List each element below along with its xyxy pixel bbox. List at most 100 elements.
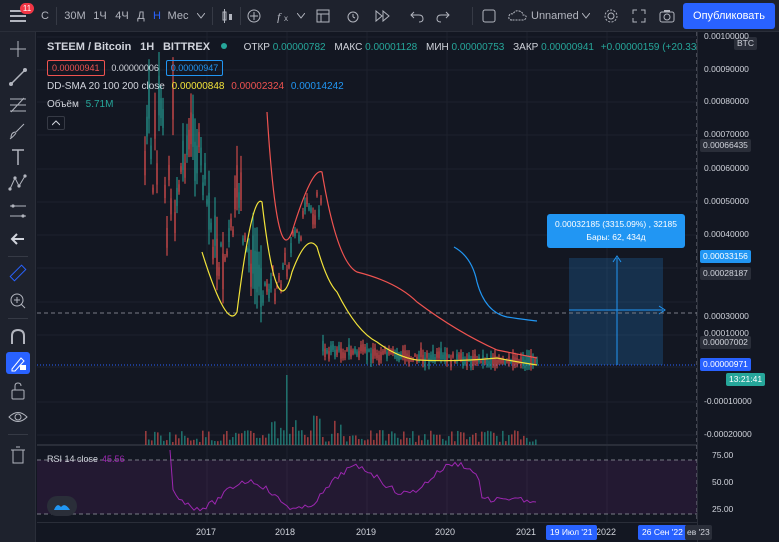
remove-drawings-tool[interactable] — [6, 444, 30, 466]
candle-body — [372, 349, 374, 360]
sma-row[interactable]: DD-SMA 20 100 200 close 0.00000848 0.000… — [47, 78, 709, 96]
candle-body — [296, 229, 298, 233]
volume-bar — [175, 434, 177, 445]
rsi-band — [37, 460, 697, 514]
time-tick: 2020 — [435, 527, 456, 537]
candle-body — [342, 352, 344, 359]
symbol-search-truncated[interactable]: С — [38, 0, 52, 32]
symbol-name[interactable]: STEEM / Bitcoin — [47, 41, 131, 53]
lock-drawings-tool[interactable] — [6, 352, 30, 374]
publish-button[interactable]: Опубликовать — [683, 3, 775, 29]
open-value: 0.00000782 — [272, 42, 326, 53]
change-value: +0.00000159 (+20.33%) — [600, 42, 709, 53]
lock-tool[interactable] — [6, 380, 30, 402]
buy-price-button[interactable]: 0.00000947 — [165, 60, 224, 76]
timeframe-week[interactable]: Н — [150, 0, 164, 32]
price-scale[interactable]: BTC 0.00100000 0.00090000 0.00080000 0.0… — [697, 31, 779, 542]
cloud-save-button[interactable] — [506, 0, 530, 32]
candle-body — [178, 184, 180, 192]
volume-bar — [499, 441, 501, 445]
layout-dropdown[interactable] — [580, 0, 592, 32]
chevron-up-icon — [52, 120, 60, 126]
timeframe-dropdown[interactable] — [194, 0, 208, 32]
rsi-tick: 50.00 — [712, 477, 734, 487]
zoom-tool[interactable] — [6, 290, 30, 312]
undo-button[interactable] — [406, 0, 428, 32]
price-tag-07002: 0.00007002 — [700, 336, 751, 349]
back-tool[interactable] — [6, 228, 30, 250]
legend-collapse-button[interactable] — [47, 116, 65, 130]
time-scale[interactable]: 2017 2018 2019 2020 2021 2022 19 Июл '21… — [37, 522, 712, 542]
measure-tool[interactable] — [6, 262, 30, 284]
expand-icon — [632, 9, 646, 23]
volume-row[interactable]: Объём 5.71M — [47, 96, 709, 114]
indicators-dropdown[interactable] — [296, 0, 306, 32]
volume-bar — [151, 440, 153, 445]
layout-name[interactable]: Unnamed — [531, 0, 579, 32]
rsi-title[interactable]: RSI 14 close — [47, 454, 98, 464]
volume-bar — [211, 440, 213, 445]
candle-body — [184, 162, 186, 178]
volume-bar — [340, 424, 342, 445]
candle-body — [522, 356, 524, 366]
volume-label[interactable]: Объём — [47, 99, 79, 110]
timeframe-month[interactable]: Мес — [166, 0, 190, 32]
candle-body — [446, 353, 448, 363]
brush-tool[interactable] — [6, 120, 30, 142]
indicators-button[interactable]: fx — [272, 0, 296, 32]
top-toolbar: 11 С 30М 1Ч 4Ч Д Н Мес fx Unnamed Опубли… — [0, 0, 779, 32]
volume-bar — [265, 437, 267, 445]
price-tag-last: 0.00000971 — [700, 358, 751, 371]
svg-text:x: x — [284, 14, 288, 23]
text-tool[interactable] — [6, 146, 30, 168]
candle-body — [208, 192, 210, 230]
chart-fullscreen-button[interactable] — [628, 0, 650, 32]
settings-button[interactable] — [600, 0, 622, 32]
fib-tool[interactable] — [6, 94, 30, 116]
measure-tooltip: 0.00032185 (3315.09%) , 32185 Бары: 62, … — [547, 214, 685, 248]
compare-button[interactable] — [243, 0, 265, 32]
chart-area[interactable]: STEEM / Bitcoin 1Н BITTREX ОТКР 0.000007… — [37, 31, 779, 542]
prediction-tool[interactable] — [6, 200, 30, 222]
pattern-tool[interactable] — [6, 172, 30, 194]
visibility-tool[interactable] — [6, 406, 30, 428]
candle-body — [324, 348, 326, 358]
candle-body — [152, 187, 154, 193]
timeframe-1h[interactable]: 1Ч — [90, 0, 110, 32]
notification-badge[interactable]: 11 — [20, 3, 34, 14]
candle-body — [442, 354, 444, 359]
magnet-tool[interactable] — [6, 326, 30, 348]
volume-bar — [454, 441, 456, 445]
volume-bar — [172, 441, 174, 445]
snapshot-button[interactable] — [656, 0, 678, 32]
replay-button[interactable] — [372, 0, 394, 32]
timeframe-day[interactable]: Д — [134, 0, 148, 32]
candle-body — [306, 197, 308, 205]
sell-price-button[interactable]: 0.00000941 — [47, 60, 105, 76]
rsi-legend[interactable]: RSI 14 close 45.56 — [47, 454, 125, 464]
volume-bar — [493, 432, 495, 445]
time-tick: 2019 — [356, 527, 377, 537]
brush-icon — [9, 123, 25, 140]
templates-button[interactable] — [312, 0, 334, 32]
candle-body — [470, 360, 472, 368]
rsi-value: 45.56 — [102, 454, 125, 464]
timeframe-4h[interactable]: 4Ч — [112, 0, 132, 32]
redo-button[interactable] — [432, 0, 454, 32]
crosshair-tool[interactable] — [6, 38, 30, 60]
bar-style-button[interactable] — [216, 0, 238, 32]
fullscreen-button[interactable] — [478, 0, 500, 32]
timeframe-30m[interactable]: 30М — [62, 0, 88, 32]
volume-bar — [157, 432, 159, 445]
alert-button[interactable] — [342, 0, 364, 32]
tradingview-logo[interactable] — [47, 496, 77, 516]
candle-body — [328, 351, 330, 359]
time-tick: 2022 — [596, 527, 617, 537]
high-label: МАКС — [334, 42, 363, 53]
volume-bar — [436, 434, 438, 445]
trend-line-tool[interactable] — [6, 66, 30, 88]
sma-title[interactable]: DD-SMA 20 100 200 close — [47, 81, 165, 92]
volume-bar — [451, 431, 453, 445]
price-tick: -0.00020000 — [704, 429, 752, 439]
candle-body — [528, 356, 530, 366]
